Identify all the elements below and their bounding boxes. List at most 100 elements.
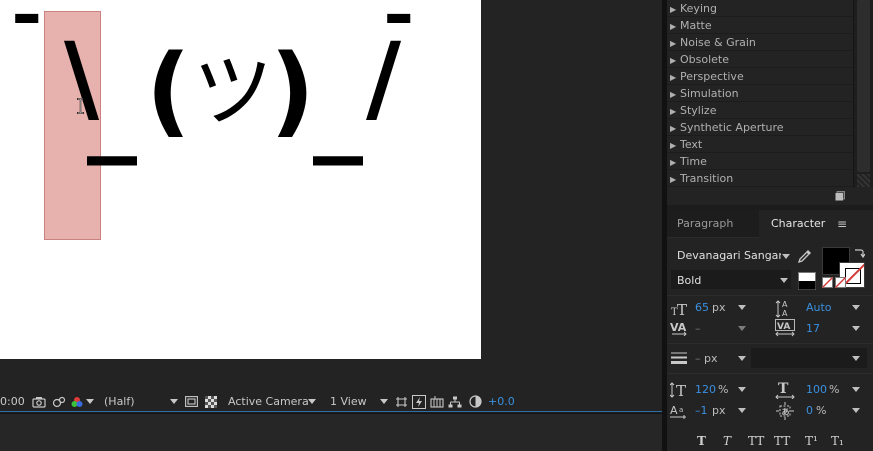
all-caps-button[interactable]: TT (748, 434, 764, 448)
chevron-down-icon[interactable] (738, 326, 746, 331)
faux-bold-button[interactable]: T (697, 434, 706, 448)
color-channels-icon[interactable] (70, 395, 84, 409)
toggle-pixel-aspect-icon[interactable] (394, 395, 408, 409)
chevron-down-icon[interactable] (738, 387, 746, 392)
font-style-dropdown[interactable]: Bold (677, 274, 701, 287)
chevron-down-icon[interactable] (782, 254, 790, 259)
tsume-value[interactable]: 0 (806, 404, 813, 417)
scrollbar-thumb[interactable] (857, 0, 870, 172)
chevron-down-icon[interactable] (86, 399, 94, 404)
chevron-down-icon[interactable] (852, 305, 860, 310)
horizontal-scale-value[interactable]: 100 (806, 383, 827, 396)
viewer-toolbar: 0:00 (Half) Active Camera 1 View +0.0 (0, 392, 662, 412)
composition-viewer[interactable]: ¯ \ _ ( ツ ) _ / ¯ (0, 0, 662, 392)
stroke-width-unit: px (704, 352, 718, 365)
effect-category-synthetic-aperture[interactable]: ▶ Synthetic Aperture (667, 119, 853, 136)
tab-character[interactable]: Character ≡ (759, 210, 873, 238)
no-fill-icon[interactable] (822, 277, 833, 288)
effects-category-list: ▶ Keying ▶ Matte ▶ Noise & Grain ▶ Obsolete … (667, 0, 854, 187)
panel-menu-icon[interactable]: ≡ (837, 210, 847, 238)
view-layout-dropdown[interactable]: 1 View (330, 395, 380, 408)
chevron-down-icon[interactable] (308, 399, 316, 404)
shrug-left-hand: ¯ (8, 0, 46, 114)
chevron-down-icon[interactable] (852, 408, 860, 413)
disclosure-triangle-icon: ▶ (670, 158, 677, 167)
resolution-dropdown[interactable]: (Half) (104, 395, 170, 408)
effect-category-noise-grain[interactable]: ▶ Noise & Grain (667, 34, 853, 51)
faux-italic-button[interactable]: T (723, 434, 731, 448)
stroke-width-value[interactable]: – (695, 352, 701, 365)
vertical-scale-value[interactable]: 120 (695, 383, 716, 396)
disclosure-triangle-icon: ▶ (670, 124, 677, 133)
current-time-display[interactable]: 0:00 (0, 395, 28, 408)
fast-previews-icon[interactable] (412, 394, 426, 409)
kerning-icon: VA (670, 321, 687, 336)
timeline-panel (0, 413, 662, 451)
svg-text:T: T (778, 381, 789, 397)
effect-category-keying[interactable]: ▶ Keying (667, 0, 853, 17)
divider (667, 295, 873, 296)
shrug-text-layer[interactable]: ¯ \ _ ( ツ ) _ / ¯ (0, 0, 481, 359)
tracking-icon: VA (775, 319, 795, 337)
effect-category-perspective[interactable]: ▶ Perspective (667, 68, 853, 85)
divider (667, 373, 873, 374)
chevron-down-icon[interactable] (852, 387, 860, 392)
timeline-icon[interactable] (430, 395, 444, 409)
svg-text:A: A (782, 309, 788, 318)
comp-flowchart-icon[interactable] (448, 395, 462, 409)
chevron-down-icon[interactable] (738, 356, 746, 361)
leading-value[interactable]: Auto (806, 301, 832, 314)
swap-colors-icon[interactable] (853, 247, 865, 259)
font-size-value[interactable]: 65 (695, 301, 709, 314)
font-size-unit: px (712, 301, 726, 314)
snapshot-camera-icon[interactable] (32, 395, 46, 409)
transparency-grid-icon[interactable] (204, 395, 218, 409)
font-size-icon: T T (671, 301, 687, 317)
subscript-button[interactable]: T₁ (831, 434, 844, 448)
eyedropper-icon[interactable] (797, 248, 813, 264)
svg-text:T: T (676, 382, 686, 398)
new-item-icon[interactable] (835, 191, 845, 201)
camera-view-dropdown[interactable]: Active Camera (228, 395, 309, 408)
baseline-shift-unit: px (712, 404, 726, 417)
exposure-value[interactable]: +0.0 (488, 395, 515, 408)
chevron-down-icon[interactable] (852, 326, 860, 331)
chevron-down-icon[interactable] (780, 278, 788, 283)
effect-category-simulation[interactable]: ▶ Simulation (667, 85, 853, 102)
chevron-down-icon[interactable] (380, 399, 388, 404)
effect-category-stylize[interactable]: ▶ Stylize (667, 102, 853, 119)
disclosure-triangle-icon: ▶ (670, 5, 677, 14)
tracking-value[interactable]: 17 (806, 322, 820, 335)
effect-category-time[interactable]: ▶ Time (667, 153, 853, 170)
chevron-down-icon[interactable] (170, 399, 178, 404)
baseline-shift-value[interactable]: –1 (695, 404, 708, 417)
type-style-buttons: T T TT TT T¹ T₁ (667, 434, 873, 451)
no-stroke-icon[interactable] (835, 277, 846, 288)
tab-paragraph[interactable]: Paragraph (667, 210, 759, 238)
effects-scrollbar[interactable] (854, 0, 873, 187)
vertical-scale-icon: T (670, 382, 686, 398)
black-white-swatch-icon[interactable] (798, 272, 816, 290)
kerning-value[interactable]: – (695, 322, 701, 335)
disclosure-triangle-icon: ▶ (670, 90, 677, 99)
leading-icon: A A (775, 300, 788, 318)
stroke-style-dropdown[interactable] (751, 348, 867, 368)
svg-text:あ: あ (782, 408, 790, 417)
chevron-down-icon[interactable] (738, 408, 746, 413)
effect-category-transition[interactable]: ▶ Transition (667, 170, 853, 187)
character-panel: Paragraph Character ≡ Devanagari Sangam … (667, 210, 873, 451)
font-family-dropdown[interactable]: Devanagari Sangam (677, 249, 781, 262)
composition-canvas[interactable]: ¯ \ _ ( ツ ) _ / ¯ (0, 0, 481, 359)
region-of-interest-icon[interactable] (184, 395, 198, 409)
stroke-width-icon (671, 352, 687, 364)
effect-category-text[interactable]: ▶ Text (667, 136, 853, 153)
effect-category-matte[interactable]: ▶ Matte (667, 17, 853, 34)
effect-category-obsolete[interactable]: ▶ Obsolete (667, 51, 853, 68)
reset-exposure-icon[interactable] (468, 395, 482, 409)
small-caps-button[interactable]: TT (774, 434, 790, 448)
disclosure-triangle-icon: ▶ (670, 73, 677, 82)
chevron-down-icon[interactable] (738, 305, 746, 310)
show-snapshot-icon[interactable] (52, 395, 66, 409)
superscript-button[interactable]: T¹ (805, 434, 818, 448)
chevron-down-icon[interactable] (852, 356, 860, 361)
